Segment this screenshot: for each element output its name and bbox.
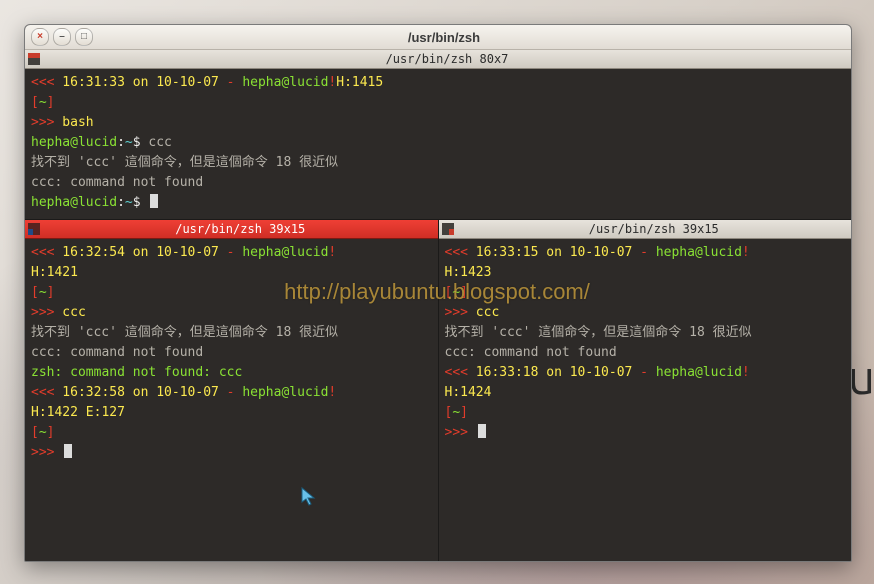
pane-header-top[interactable]: /usr/bin/zsh 80x7 xyxy=(25,50,851,69)
pane-split: /usr/bin/zsh 39x15 <<< 16:32:54 on 10-10… xyxy=(25,219,851,561)
pane-header-left[interactable]: /usr/bin/zsh 39x15 xyxy=(25,220,438,239)
window-title: /usr/bin/zsh xyxy=(43,30,845,45)
pane-top: <<< 16:31:33 on 10-10-07 - hepha@lucid!H… xyxy=(25,69,851,219)
desktop: ubu × – □ /usr/bin/zsh /usr/bin/zsh 80x7… xyxy=(0,0,874,584)
cursor xyxy=(478,424,486,438)
pane-header-left-label: /usr/bin/zsh 39x15 xyxy=(175,222,305,236)
pane-header-right-label: /usr/bin/zsh 39x15 xyxy=(589,222,719,236)
window-titlebar[interactable]: × – □ /usr/bin/zsh xyxy=(25,25,851,50)
pane-header-right[interactable]: /usr/bin/zsh 39x15 xyxy=(439,220,852,239)
terminal-window: × – □ /usr/bin/zsh /usr/bin/zsh 80x7 <<<… xyxy=(24,24,852,562)
split-indicator-icon xyxy=(27,52,41,66)
split-indicator-icon xyxy=(27,222,41,236)
terminal-left[interactable]: <<< 16:32:54 on 10-10-07 - hepha@lucid! … xyxy=(25,239,438,469)
pane-left: /usr/bin/zsh 39x15 <<< 16:32:54 on 10-10… xyxy=(25,220,438,561)
terminal-area: <<< 16:31:33 on 10-10-07 - hepha@lucid!H… xyxy=(25,69,851,561)
pane-right: /usr/bin/zsh 39x15 <<< 16:33:15 on 10-10… xyxy=(438,220,852,561)
terminal-top[interactable]: <<< 16:31:33 on 10-10-07 - hepha@lucid!H… xyxy=(25,69,851,219)
ubuntu-logo: ubu xyxy=(794,350,874,404)
cursor xyxy=(64,444,72,458)
cursor xyxy=(150,194,158,208)
split-indicator-icon xyxy=(441,222,455,236)
terminal-right[interactable]: <<< 16:33:15 on 10-10-07 - hepha@lucid! … xyxy=(439,239,852,449)
pane-header-top-label: /usr/bin/zsh 80x7 xyxy=(386,52,509,66)
